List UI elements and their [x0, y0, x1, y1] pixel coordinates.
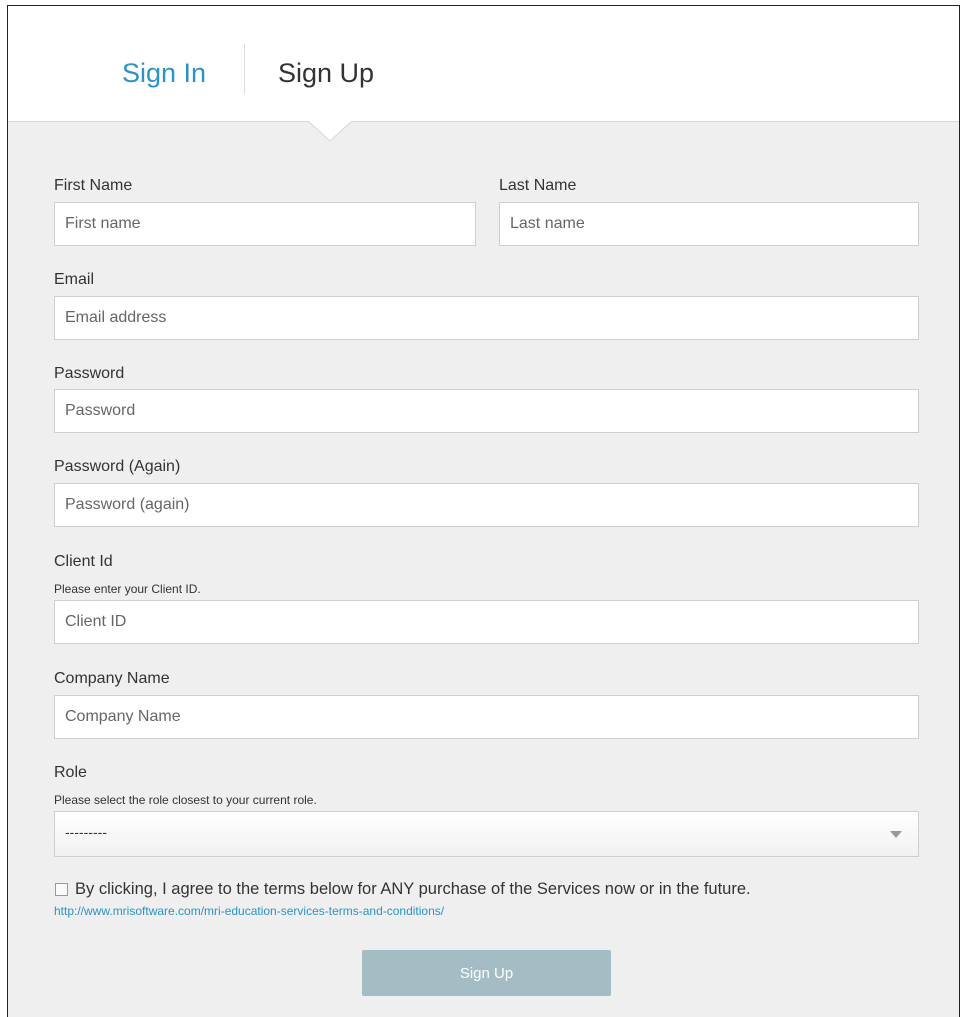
last-name-input[interactable] — [499, 202, 919, 246]
company-name-field[interactable] — [54, 695, 919, 739]
agree-checkbox[interactable] — [55, 883, 68, 896]
terms-link[interactable]: http://www.mrisoftware.com/mri-education… — [54, 904, 444, 918]
first-name-input[interactable] — [54, 202, 476, 246]
email-field[interactable] — [54, 296, 919, 340]
tab-sign-up[interactable]: Sign Up — [278, 56, 374, 90]
last-name-label: Last Name — [499, 177, 577, 194]
auth-tabs: Sign In Sign Up — [8, 6, 959, 122]
auth-panel: Sign In Sign Up First Name Last Name Ema… — [7, 5, 960, 1017]
client-id-field[interactable] — [54, 600, 919, 644]
pointer-caret-icon — [308, 121, 352, 142]
role-selected-value: --------- — [65, 824, 107, 840]
agree-text: By clicking, I agree to the terms below … — [75, 880, 751, 898]
password-again-label: Password (Again) — [54, 458, 181, 475]
role-label: Role — [54, 764, 87, 781]
password-again-field[interactable] — [54, 483, 919, 527]
email-label: Email — [54, 271, 95, 288]
password-field[interactable] — [54, 389, 919, 433]
first-name-label: First Name — [54, 177, 133, 194]
company-name-label: Company Name — [54, 670, 170, 687]
role-select[interactable]: --------- — [54, 811, 919, 857]
role-hint: Please select the role closest to your c… — [54, 793, 317, 807]
client-id-label: Client Id — [54, 553, 113, 570]
password-label: Password — [54, 365, 125, 382]
client-id-hint: Please enter your Client ID. — [54, 582, 201, 596]
tab-sign-in[interactable]: Sign In — [122, 56, 206, 90]
sign-up-button[interactable]: Sign Up — [362, 950, 611, 996]
caret-down-icon — [890, 831, 902, 838]
tab-divider — [244, 44, 245, 94]
